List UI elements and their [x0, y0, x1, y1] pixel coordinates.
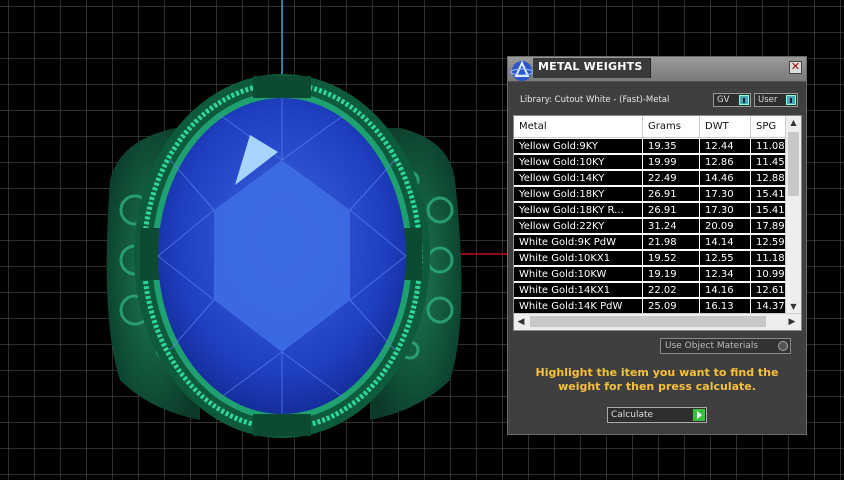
toggle-knob-icon [739, 95, 749, 105]
cell-metal: White Gold:14K PdW [514, 299, 642, 314]
table-row[interactable]: White Gold:14KX1 22.02 14.16 12.61 [514, 283, 791, 299]
cell-metal: White Gold:10KX1 [514, 251, 642, 266]
table-row[interactable]: Yellow Gold:9KY 19.35 12.44 11.08 [514, 139, 791, 155]
cell-grams: 19.19 [643, 267, 699, 282]
table-row[interactable]: White Gold:9K PdW 21.98 14.14 12.59 [514, 235, 791, 251]
cell-metal: Yellow Gold:14KY [514, 171, 642, 186]
cell-metal: White Gold:14KX1 [514, 283, 642, 298]
scroll-right-icon[interactable]: ▶ [785, 314, 799, 330]
user-toggle[interactable]: User [754, 93, 798, 107]
app-logo-icon [510, 60, 534, 81]
table-row[interactable]: White Gold:10KW 19.19 12.34 10.99 [514, 267, 791, 283]
gv-toggle[interactable]: GV [713, 93, 751, 107]
cell-metal: Yellow Gold:10KY [514, 155, 642, 170]
calculate-label: Calculate [611, 410, 654, 420]
radio-icon [778, 341, 788, 351]
user-toggle-label: User [758, 95, 778, 105]
scroll-left-icon[interactable]: ◀ [514, 314, 528, 330]
calculate-button[interactable]: Calculate [607, 407, 707, 423]
cell-metal: Yellow Gold:22KY [514, 219, 642, 234]
table-header: Metal Grams DWT SPG [514, 116, 791, 138]
play-icon [693, 409, 705, 421]
cell-dwt: 17.30 [700, 187, 750, 202]
cell-dwt: 12.34 [700, 267, 750, 282]
table-row[interactable]: Yellow Gold:18KY 26.91 17.30 15.41 [514, 187, 791, 203]
cell-metal: Yellow Gold:18KY R... [514, 203, 642, 218]
metal-table: Metal Grams DWT SPG Yellow Gold:9KY 19.35… [513, 115, 802, 331]
scroll-down-icon[interactable]: ▼ [786, 300, 801, 314]
cell-dwt: 14.46 [700, 171, 750, 186]
close-icon[interactable]: ✕ [789, 61, 802, 74]
cell-dwt: 17.30 [700, 203, 750, 218]
gv-toggle-label: GV [717, 95, 730, 105]
table-row[interactable]: Yellow Gold:18KY R... 26.91 17.30 15.41 [514, 203, 791, 219]
cell-dwt: 12.55 [700, 251, 750, 266]
cell-dwt: 12.44 [700, 139, 750, 154]
library-label: Library: Cutout White - (Fast)-Metal [520, 95, 670, 105]
scroll-up-icon[interactable]: ▲ [786, 116, 801, 130]
cell-grams: 22.49 [643, 171, 699, 186]
use-object-materials-option[interactable]: Use Object Materials [660, 338, 791, 354]
cell-grams: 25.09 [643, 299, 699, 314]
cell-grams: 21.98 [643, 235, 699, 250]
cell-dwt: 20.09 [700, 219, 750, 234]
cell-grams: 31.24 [643, 219, 699, 234]
instructions-text: Highlight the item you want to find the … [535, 366, 779, 393]
cell-metal: Yellow Gold:18KY [514, 187, 642, 202]
cell-grams: 26.91 [643, 187, 699, 202]
toggle-knob-icon [786, 95, 796, 105]
cell-dwt: 14.16 [700, 283, 750, 298]
scroll-thumb[interactable] [788, 132, 799, 196]
panel-titlebar[interactable]: METAL WEIGHTS ✕ [508, 57, 806, 82]
cell-metal: White Gold:10KW [514, 267, 642, 282]
metal-weights-panel: METAL WEIGHTS ✕ Library: Cutout White - … [507, 56, 807, 435]
table-row[interactable]: White Gold:10KX1 19.52 12.55 11.18 [514, 251, 791, 267]
column-header-dwt[interactable]: DWT [700, 116, 751, 138]
table-row[interactable]: Yellow Gold:10KY 19.99 12.86 11.45 [514, 155, 791, 171]
column-header-metal[interactable]: Metal [514, 116, 643, 138]
use-object-materials-label: Use Object Materials [665, 341, 759, 351]
cell-grams: 26.91 [643, 203, 699, 218]
cell-dwt: 14.14 [700, 235, 750, 250]
column-header-grams[interactable]: Grams [643, 116, 700, 138]
horizontal-scrollbar[interactable]: ◀ ▶ [514, 313, 801, 330]
cell-dwt: 12.86 [700, 155, 750, 170]
cell-metal: White Gold:9K PdW [514, 235, 642, 250]
cell-dwt: 16.13 [700, 299, 750, 314]
panel-title: METAL WEIGHTS [533, 58, 651, 78]
cell-grams: 19.52 [643, 251, 699, 266]
vertical-scrollbar[interactable]: ▲ ▼ [785, 116, 801, 314]
scroll-thumb[interactable] [530, 316, 766, 327]
table-body: Yellow Gold:9KY 19.35 12.44 11.08 Yellow Go… [514, 139, 791, 315]
cell-grams: 22.02 [643, 283, 699, 298]
table-row[interactable]: Yellow Gold:14KY 22.49 14.46 12.88 [514, 171, 791, 187]
cell-grams: 19.99 [643, 155, 699, 170]
table-row[interactable]: Yellow Gold:22KY 31.24 20.09 17.89 [514, 219, 791, 235]
cell-grams: 19.35 [643, 139, 699, 154]
cell-metal: Yellow Gold:9KY [514, 139, 642, 154]
